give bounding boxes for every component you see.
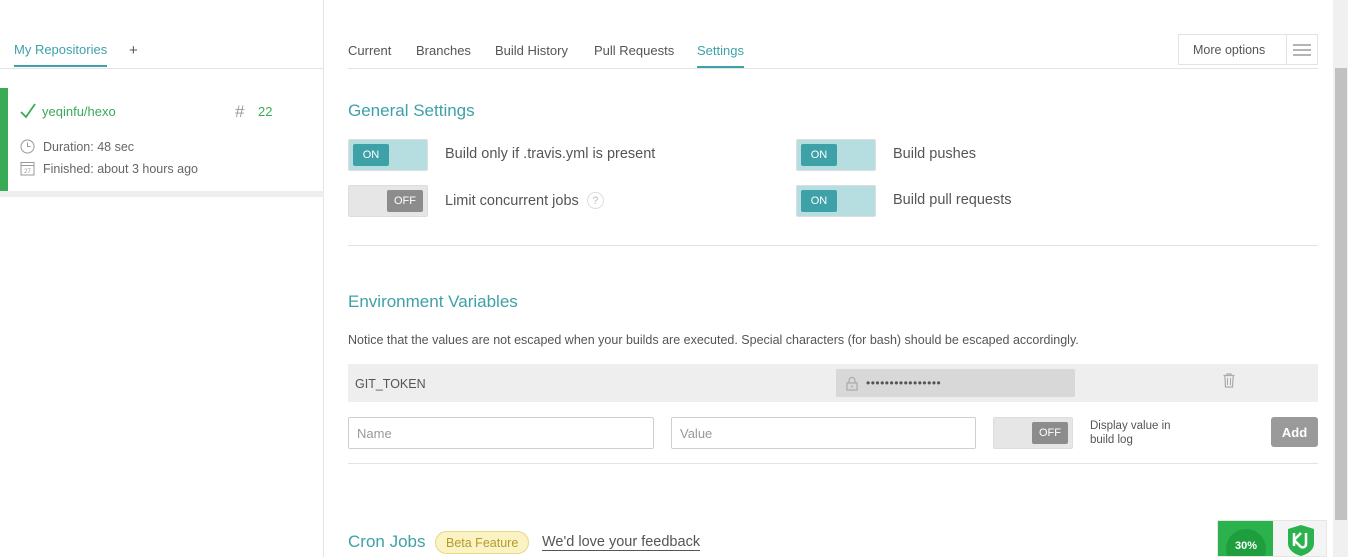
build-pushes-label: Build pushes	[893, 146, 976, 162]
build-only-travis-label: Build only if .travis.yml is present	[445, 146, 655, 162]
check-icon	[20, 103, 36, 119]
menu-icon	[1287, 43, 1317, 56]
tab-pull-requests[interactable]: Pull Requests	[594, 43, 674, 66]
display-value-toggle[interactable]: OFF	[993, 417, 1073, 449]
hash-icon: #	[235, 102, 245, 121]
toggle-knob: ON	[801, 190, 837, 212]
section-divider	[348, 245, 1318, 246]
build-pull-requests-label: Build pull requests	[893, 192, 1012, 208]
env-value-input[interactable]	[671, 417, 976, 449]
scrollbar-thumb[interactable]	[1335, 68, 1347, 520]
finished-row: 27 Finished: about 3 hours ago	[20, 161, 198, 176]
env-var-row: GIT_TOKEN ••••••••••••••••	[348, 364, 1318, 402]
duration-text: Duration: 48 sec	[43, 139, 135, 154]
env-var-name: GIT_TOKEN	[355, 377, 426, 391]
repo-card[interactable]: yeqinfu/hexo # 22 Duration: 48 sec 27 Fi…	[0, 88, 324, 191]
section-divider	[348, 463, 1318, 464]
env-var-masked-value: ••••••••••••••••	[866, 376, 942, 390]
window-edge	[1348, 0, 1358, 557]
env-var-value: ••••••••••••••••	[836, 369, 1075, 397]
tab-build-history[interactable]: Build History	[495, 43, 568, 66]
sidebar: My Repositories + yeqinfu/hexo # 22 Dura…	[0, 0, 324, 557]
more-options-label: More options	[1179, 35, 1287, 64]
divider	[0, 191, 324, 197]
limit-concurrent-label: Limit concurrent jobs ?	[445, 192, 604, 209]
percent-indicator: 30%	[1226, 529, 1266, 556]
toggle-knob: ON	[801, 144, 837, 166]
lock-icon	[846, 376, 858, 391]
build-pushes-toggle[interactable]: ON	[796, 139, 876, 171]
floating-widget[interactable]: 30%	[1217, 520, 1327, 557]
add-env-var-button[interactable]: Add	[1271, 417, 1318, 447]
limit-concurrent-text: Limit concurrent jobs	[445, 192, 579, 209]
add-repository-button[interactable]: +	[129, 42, 138, 59]
display-value-label: Display value in build log	[1090, 420, 1171, 446]
finished-text: Finished: about 3 hours ago	[43, 161, 198, 176]
feedback-link[interactable]: We'd love your feedback	[542, 534, 701, 551]
build-number-link[interactable]: 22	[258, 104, 272, 119]
duration-row: Duration: 48 sec	[20, 139, 134, 154]
calendar-icon: 27	[20, 162, 35, 176]
tab-current[interactable]: Current	[348, 43, 391, 66]
beta-feature-badge: Beta Feature	[435, 531, 530, 554]
shield-logo-icon	[1273, 521, 1326, 556]
toggle-knob: ON	[353, 144, 389, 166]
tab-my-repositories[interactable]: My Repositories	[14, 42, 108, 67]
build-only-travis-text: Build only if .travis.yml is present	[445, 146, 656, 162]
env-notice-text: Notice that the values are not escaped w…	[348, 333, 1079, 347]
general-settings-heading: General Settings	[348, 101, 475, 120]
repo-name-link[interactable]: yeqinfu/hexo	[42, 104, 116, 119]
sidebar-tabs: My Repositories +	[0, 0, 324, 69]
build-pull-requests-toggle[interactable]: ON	[796, 185, 876, 217]
environment-variables-heading: Environment Variables	[348, 292, 518, 311]
repo-tabs: Current Branches Build History Pull Requ…	[348, 0, 1318, 69]
limit-concurrent-toggle[interactable]: OFF	[348, 185, 428, 217]
help-icon[interactable]: ?	[586, 192, 604, 209]
main-content: Current Branches Build History Pull Requ…	[325, 0, 1333, 557]
trash-icon[interactable]	[1223, 373, 1235, 388]
toggle-knob: OFF	[387, 190, 423, 212]
more-options-button[interactable]: More options	[1178, 34, 1318, 65]
build-pull-requests-text: Build pull requests	[893, 192, 1012, 208]
toggle-knob: OFF	[1032, 422, 1068, 444]
tab-settings[interactable]: Settings	[697, 43, 744, 68]
env-name-input[interactable]	[348, 417, 654, 449]
svg-text:27: 27	[24, 169, 31, 175]
cron-jobs-heading: Cron Jobs	[348, 532, 426, 551]
tab-branches[interactable]: Branches	[416, 43, 471, 66]
build-only-travis-toggle[interactable]: ON	[348, 139, 428, 171]
build-pushes-text: Build pushes	[893, 146, 977, 162]
clock-icon	[20, 139, 35, 154]
